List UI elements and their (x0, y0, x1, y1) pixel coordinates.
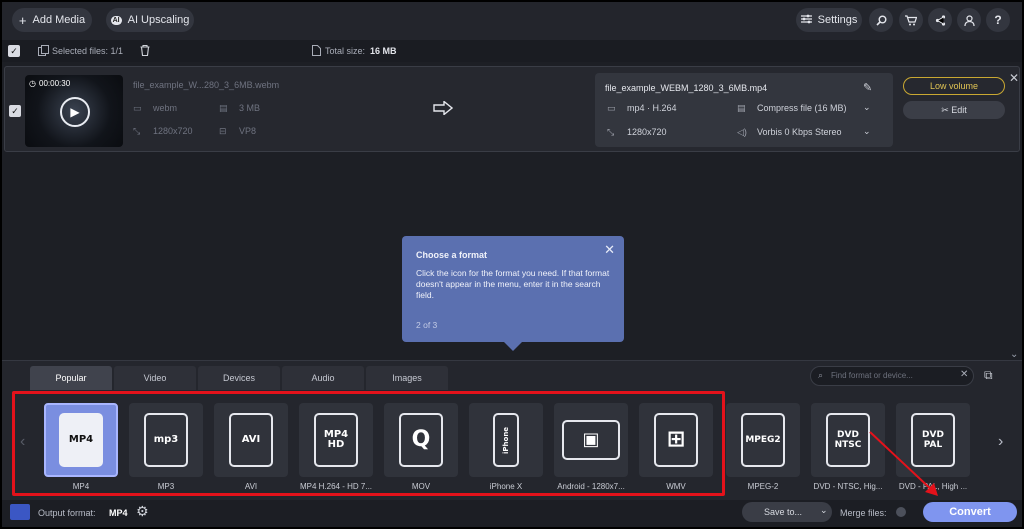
source-resolution: 1280x720 (153, 126, 193, 136)
output-resolution: 1280x720 (627, 127, 667, 137)
audio-dropdown[interactable]: Vorbis 0 Kbps Stereo (757, 127, 842, 137)
settings-button[interactable]: Settings (796, 8, 862, 32)
close-icon[interactable]: ✕ (604, 242, 615, 258)
audio-icon: ◁) (737, 127, 747, 137)
help-icon[interactable]: ? (986, 8, 1010, 32)
top-toolbar: + Add Media AI AI Upscaling Settings ? (2, 2, 1022, 40)
bottom-bar: Output format: MP4 ⚙ Save to... ⌄ Merge … (2, 500, 1022, 527)
format-tile-mpeg2[interactable]: MPEG2 (726, 403, 800, 477)
merge-files-toggle[interactable] (896, 507, 906, 517)
highlight-box (12, 391, 725, 496)
settings-label: Settings (817, 14, 858, 26)
remove-file-icon[interactable]: ✕ (1009, 71, 1019, 85)
audio-chevron-icon[interactable]: ⌄ (863, 126, 871, 137)
duration: 00:00:30 (39, 79, 71, 88)
add-media-button[interactable]: + Add Media (12, 8, 92, 32)
file-row[interactable]: ✓ ◷ 00:00:30 ▶ file_example_W...280_3_6M… (4, 66, 1020, 152)
compress-chevron-icon[interactable]: ⌄ (863, 102, 871, 113)
trash-icon[interactable] (140, 44, 150, 58)
total-size-icon (312, 45, 321, 58)
tab-images[interactable]: Images (366, 366, 448, 390)
save-to-chevron-icon[interactable]: ⌄ (820, 505, 828, 516)
scroll-right-icon[interactable]: › (998, 433, 1003, 451)
video-format-icon: ▭ (133, 103, 142, 113)
edit-button[interactable]: ✂ Edit (903, 101, 1005, 119)
video-icon: ▭ (607, 103, 616, 113)
total-size-value: 16 MB (370, 46, 397, 56)
resolution-icon: ⤡ (607, 127, 615, 137)
add-media-label: Add Media (32, 14, 86, 26)
output-format: mp4 · H.264 (627, 103, 677, 113)
dvd-ntsc-icon: DVD NTSC (826, 413, 870, 467)
output-format-label: Output format: (38, 508, 96, 518)
tooltip-body: Click the icon for the format you need. … (416, 268, 610, 300)
format-tooltip: ✕ Choose a format Click the icon for the… (402, 236, 624, 351)
custom-format-icon[interactable]: ⧉ (984, 368, 993, 383)
resolution-icon: ⤡ (133, 126, 141, 136)
source-codec: VP8 (239, 126, 257, 136)
select-all-checkbox[interactable]: ✓ (8, 45, 20, 57)
scissors-icon: ✂ (941, 105, 952, 115)
convert-arrow-icon (433, 100, 454, 120)
plus-icon: + (18, 12, 27, 28)
sliders-icon (800, 14, 812, 27)
output-settings-box: file_example_WEBM_1280_3_6MB.mp4 ✎ ▭ mp4… (595, 73, 893, 147)
ai-upscaling-label: AI Upscaling (127, 14, 190, 26)
video-thumbnail[interactable]: ◷ 00:00:30 ▶ (25, 75, 123, 147)
compress-dropdown[interactable]: Compress file (16 MB) (757, 103, 847, 113)
collapse-chevron-icon[interactable]: ⌄ (1010, 349, 1018, 360)
format-label-dvd-pal: DVD - PAL, High ... (898, 482, 968, 491)
tab-video[interactable]: Video (114, 366, 196, 390)
ai-icon: AI (110, 15, 122, 25)
source-file-name: file_example_W...280_3_6MB.webm (133, 80, 280, 90)
convert-button[interactable]: Convert (923, 502, 1017, 522)
save-to-button[interactable]: Save to... (742, 502, 832, 522)
tooltip-step: 2 of 3 (416, 320, 438, 330)
format-tile-dvd-pal[interactable]: DVD PAL (896, 403, 970, 477)
format-label-dvd-ntsc: DVD - NTSC, Hig... (813, 482, 883, 491)
clock-icon: ◷ (29, 79, 36, 88)
selected-files-count: Selected files: 1/1 (52, 46, 124, 56)
format-search-input[interactable]: Find format or device... (810, 366, 974, 386)
total-size-label: Total size: (325, 46, 366, 56)
low-volume-button[interactable]: Low volume (903, 77, 1005, 95)
file-checkbox[interactable]: ✓ (9, 105, 21, 117)
tab-devices[interactable]: Devices (198, 366, 280, 390)
output-format-value: MP4 (109, 508, 128, 518)
cart-icon[interactable] (899, 8, 923, 32)
clear-search-icon[interactable]: ✕ (960, 369, 968, 380)
file-size-icon: ▤ (219, 103, 228, 113)
ai-upscaling-button[interactable]: AI AI Upscaling (106, 8, 194, 32)
tab-popular[interactable]: Popular (30, 366, 112, 390)
output-format-icon (10, 504, 30, 520)
compress-icon: ▤ (737, 103, 746, 113)
play-icon[interactable]: ▶ (60, 97, 90, 127)
mpeg2-icon: MPEG2 (741, 413, 785, 467)
merge-files-label: Merge files: (840, 508, 887, 518)
source-format: webm (153, 103, 178, 113)
source-size: 3 MB (239, 103, 261, 113)
selection-bar: ✓ Selected files: 1/1 Total size: 16 MB (2, 40, 1022, 62)
dvd-pal-icon: DVD PAL (911, 413, 955, 467)
codec-icon: ⊟ (219, 126, 227, 136)
search-icon: ⌕ (818, 370, 824, 380)
output-file-name: file_example_WEBM_1280_3_6MB.mp4 (605, 83, 768, 93)
files-icon (38, 45, 49, 58)
tab-audio[interactable]: Audio (282, 366, 364, 390)
share-icon[interactable] (928, 8, 952, 32)
format-tile-dvd-ntsc[interactable]: DVD NTSC (811, 403, 885, 477)
gear-icon[interactable]: ⚙ (136, 503, 149, 520)
search-icon[interactable] (869, 8, 893, 32)
edit-label: Edit (951, 105, 967, 115)
format-label-mpeg2: MPEG-2 (747, 482, 779, 491)
account-icon[interactable] (957, 8, 981, 32)
pencil-icon[interactable]: ✎ (863, 81, 872, 94)
tooltip-title: Choose a format (416, 250, 488, 260)
